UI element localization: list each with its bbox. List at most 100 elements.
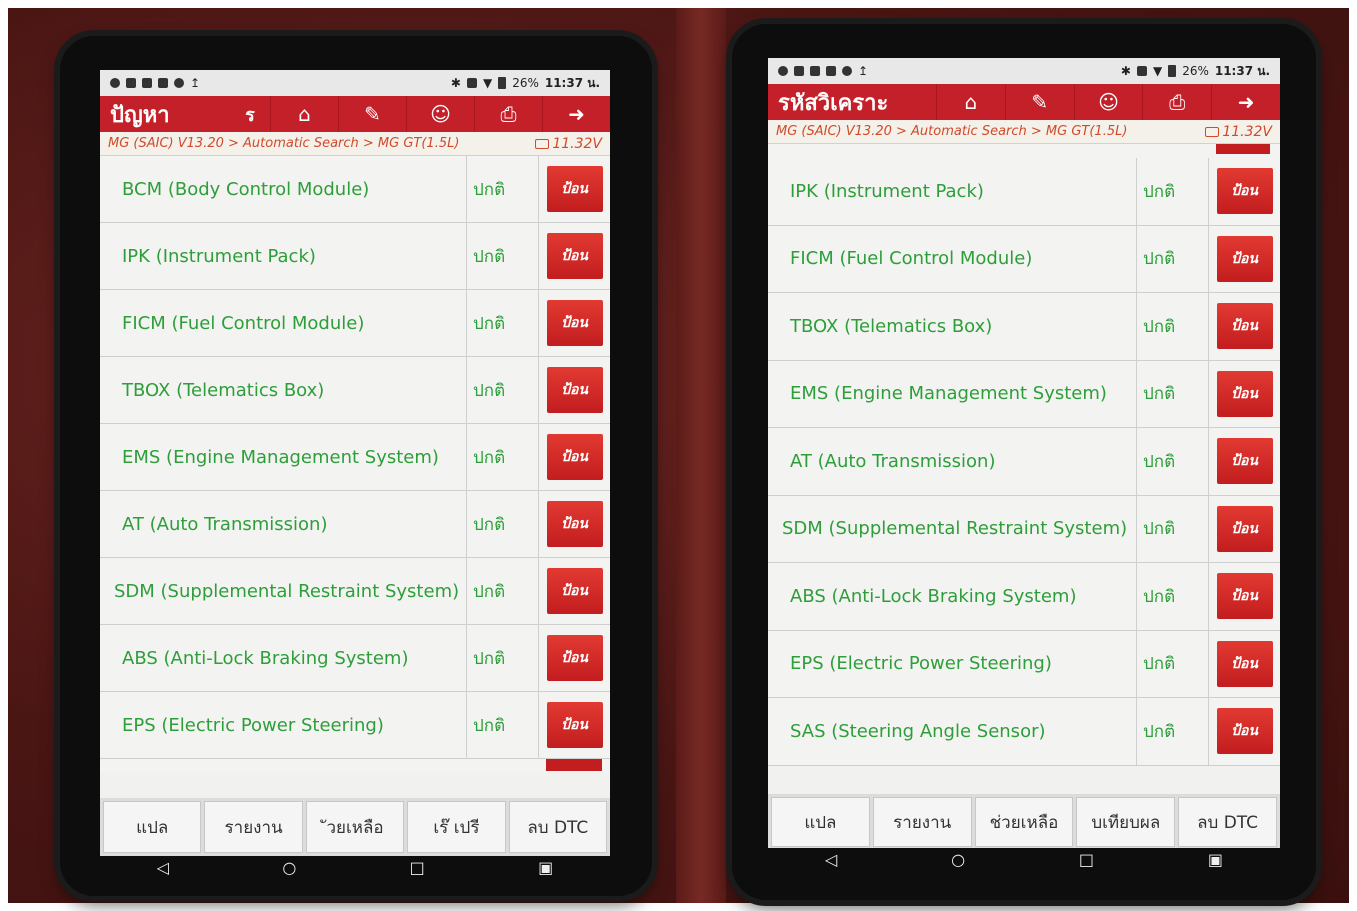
report-button[interactable]: รายงาน: [872, 797, 972, 847]
enter-button[interactable]: ป้อน: [1216, 370, 1273, 417]
enter-button[interactable]: ป้อน: [1216, 640, 1273, 687]
module-name: SDM (Supplemental Restraint System): [782, 518, 1128, 540]
car-battery-icon: [1205, 126, 1220, 137]
table-row: IPK (Instrument Pack) ปกติ ป้อน: [100, 223, 610, 290]
exit-icon: ➜: [568, 102, 585, 126]
print-icon: ⎙: [1169, 90, 1186, 114]
enter-button[interactable]: ป้อน: [1216, 505, 1273, 552]
accessibility-icon: [174, 78, 184, 88]
photo-divider: [676, 8, 726, 903]
module-name: FICM (Fuel Control Module): [790, 248, 1033, 270]
screenshot-icon[interactable]: ▣: [538, 858, 553, 877]
user-icon: ☺: [1098, 90, 1119, 114]
print-icon: ⎙: [500, 102, 517, 126]
print-button[interactable]: ⎙: [1142, 84, 1211, 120]
accessibility-icon: [842, 66, 852, 76]
enter-button[interactable]: ป้อน: [546, 635, 603, 681]
home-nav-icon[interactable]: ○: [951, 850, 965, 869]
enter-button[interactable]: ป้อน: [1216, 708, 1273, 755]
title-overflow-text: ร: [245, 104, 255, 126]
table-row: SDM (Supplemental Restraint System) ปกติ…: [768, 495, 1280, 563]
recent-apps-icon[interactable]: □: [1079, 850, 1094, 869]
translate-button[interactable]: แปล: [103, 801, 202, 853]
back-icon[interactable]: ◁: [157, 858, 169, 877]
usb-icon: [794, 66, 804, 76]
enter-button[interactable]: ป้อน: [546, 300, 603, 346]
android-nav-bar: ◁ ○ □ ▣: [100, 856, 610, 878]
user-button[interactable]: ☺: [1073, 84, 1143, 120]
left-tablet: ↥ ✱ ▼ 26% 11:37 น. ปัญหา ร ⌂ ✎ ☺ ⎙ ➜ MG …: [60, 36, 652, 896]
module-status: ปกติ: [1136, 428, 1208, 495]
table-row: FICM (Fuel Control Module) ปกติ ป้อน: [100, 290, 610, 357]
table-row: TBOX (Telematics Box) ปกติ ป้อน: [100, 357, 610, 424]
edit-button[interactable]: ✎: [338, 96, 406, 132]
table-row: AT (Auto Transmission) ปกติ ป้อน: [768, 428, 1280, 496]
enter-button[interactable]: ป้อน: [1216, 303, 1273, 350]
recent-apps-icon[interactable]: □: [410, 858, 425, 877]
breadcrumb: MG (SAIC) V13.20 > Automatic Search > MG…: [768, 120, 1280, 144]
enter-button[interactable]: ป้อน: [1216, 573, 1273, 620]
location-icon: [778, 66, 788, 76]
right-tablet: ↥ ✱ ▼ 26% 11:37 น. รหัสวิเคราะ ⌂ ✎ ☺ ⎙ ➜…: [732, 24, 1316, 900]
upload-icon: ↥: [190, 76, 201, 90]
enter-button[interactable]: ป้อน: [1216, 438, 1273, 485]
translate-button[interactable]: แปล: [771, 797, 870, 847]
module-status: ปกติ: [1136, 698, 1208, 765]
breadcrumb-path: MG (SAIC) V13.20 > Automatic Search > MG…: [108, 136, 460, 151]
screenshot-icon[interactable]: ▣: [1208, 850, 1223, 869]
battery-icon: [1168, 65, 1177, 77]
compare-button[interactable]: เร๊ เปรี: [407, 801, 506, 853]
table-row: SAS (Steering Angle Sensor) ปกติ ป้อน: [768, 698, 1280, 766]
clear-dtc-button[interactable]: ลบ DTC: [508, 801, 608, 853]
help-button[interactable]: ช่วยเหลือ: [974, 797, 1074, 847]
home-button[interactable]: ⌂: [270, 96, 338, 132]
module-name: SAS (Steering Angle Sensor): [790, 720, 1046, 742]
status-bar: ↥ ✱ ▼ 26% 11:37 น.: [100, 70, 610, 96]
table-row: EPS (Electric Power Steering) ปกติ ป้อน: [768, 630, 1280, 698]
page-title: รหัสวิเคราะ: [778, 90, 889, 116]
module-status: ปกติ: [1136, 158, 1208, 225]
module-status: ปกติ: [466, 424, 538, 490]
image-icon: [142, 78, 152, 88]
bottom-action-bar: แปล รายงาน ช่วยเหลือ บเทียบผล ลบ DTC: [768, 794, 1280, 850]
enter-button[interactable]: ป้อน: [546, 367, 603, 413]
image-icon: [810, 66, 820, 76]
module-status: ปกติ: [1136, 293, 1208, 360]
edit-icon: ✎: [1031, 90, 1049, 114]
enter-button[interactable]: ป้อน: [546, 568, 603, 614]
user-button[interactable]: ☺: [406, 96, 474, 132]
enter-button[interactable]: ป้อน: [546, 233, 603, 279]
enter-button[interactable]: ป้อน: [1216, 235, 1273, 282]
exit-button[interactable]: ➜: [542, 96, 610, 132]
partial-row: [768, 144, 1280, 158]
module-name: IPK (Instrument Pack): [122, 245, 316, 267]
home-button[interactable]: ⌂: [936, 84, 1005, 120]
module-status: ปกติ: [1136, 630, 1208, 697]
clear-dtc-button[interactable]: ลบ DTC: [1178, 797, 1277, 847]
compare-button[interactable]: บเทียบผล: [1076, 797, 1176, 847]
report-button[interactable]: รายงาน: [204, 801, 303, 853]
enter-button[interactable]: ป้อน: [546, 434, 603, 480]
edit-button[interactable]: ✎: [1004, 84, 1074, 120]
module-status: ปกติ: [1136, 225, 1208, 292]
module-list: BCM (Body Control Module) ปกติ ป้อน IPK …: [100, 156, 610, 773]
back-icon[interactable]: ◁: [825, 850, 837, 869]
clock: 11:37 น.: [544, 75, 600, 90]
print-button[interactable]: ⎙: [474, 96, 542, 132]
home-nav-icon[interactable]: ○: [282, 858, 296, 877]
battery-percent: 26%: [1182, 64, 1209, 78]
exit-button[interactable]: ➜: [1211, 84, 1280, 120]
table-row: IPK (Instrument Pack) ปกติ ป้อน: [768, 158, 1280, 226]
exit-icon: ➜: [1237, 90, 1255, 114]
module-name: AT (Auto Transmission): [790, 450, 996, 472]
module-status: ปกติ: [466, 692, 538, 758]
enter-button[interactable]: ป้อน: [546, 166, 603, 212]
enter-button[interactable]: ป้อน: [546, 702, 603, 748]
drive-icon: [158, 78, 168, 88]
help-button[interactable]: ัวยเหลือ: [305, 801, 405, 853]
home-icon: ⌂: [964, 90, 978, 114]
table-row: EMS (Engine Management System) ปกติ ป้อน: [100, 424, 610, 491]
enter-button[interactable]: ป้อน: [546, 501, 603, 547]
clock: 11:37 น.: [1214, 63, 1270, 78]
enter-button[interactable]: ป้อน: [1216, 168, 1273, 215]
